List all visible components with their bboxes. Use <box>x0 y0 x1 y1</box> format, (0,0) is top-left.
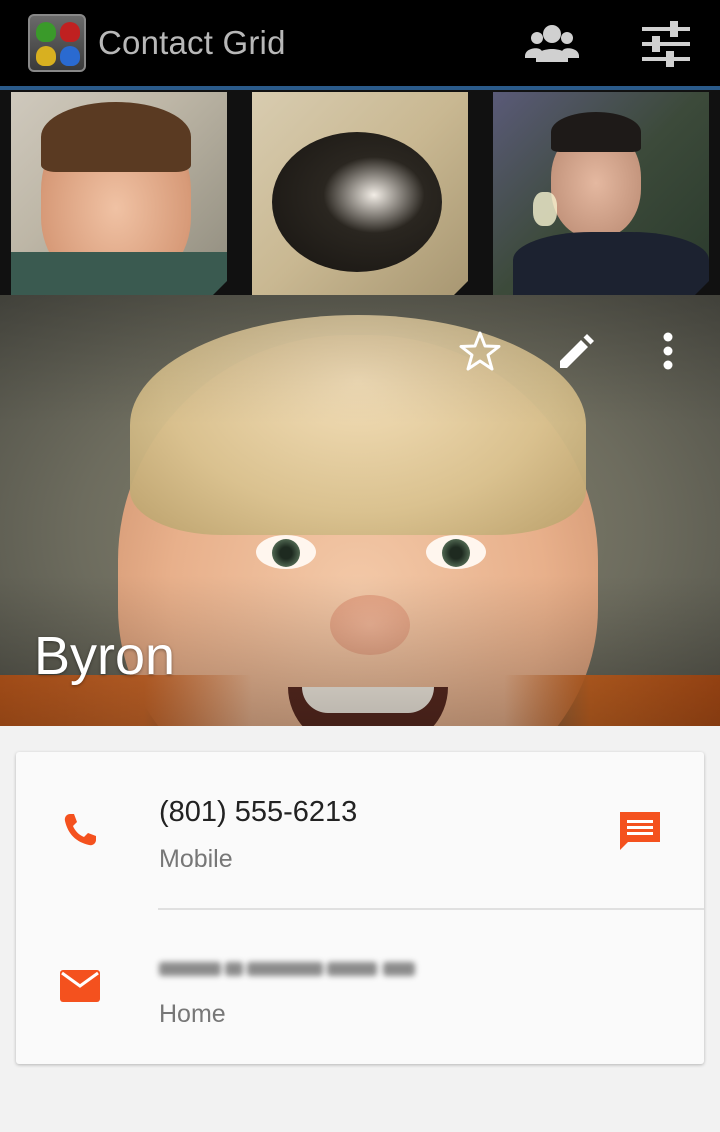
edit-pencil-icon <box>560 334 594 368</box>
overflow-menu-button[interactable] <box>640 323 696 379</box>
edit-button[interactable] <box>548 323 604 379</box>
email-icon <box>60 970 100 1002</box>
contacts-group-button[interactable] <box>522 14 582 74</box>
contact-tile[interactable] <box>252 92 468 295</box>
contact-grid <box>0 90 720 295</box>
overflow-menu-icon <box>663 332 673 370</box>
contact-details-card: (801) 555-6213 Mobile Home <box>16 752 704 1064</box>
phone-label: Mobile <box>159 845 233 873</box>
app-title: Contact Grid <box>98 24 286 61</box>
favorite-button[interactable] <box>452 323 508 379</box>
phone-number: (801) 555-6213 <box>159 796 358 828</box>
email-address-redacted <box>159 952 421 984</box>
message-icon <box>620 812 660 850</box>
settings-button[interactable] <box>636 14 696 74</box>
app-icon <box>28 14 86 72</box>
contacts-group-icon <box>525 25 579 62</box>
row-divider <box>158 908 704 910</box>
action-bar: Contact Grid <box>0 0 720 90</box>
contact-name: Byron <box>34 626 176 686</box>
contact-tile[interactable] <box>11 92 227 295</box>
phone-icon <box>64 814 96 846</box>
star-outline-icon <box>459 331 501 371</box>
contact-hero: Byron <box>0 295 720 726</box>
settings-sliders-icon <box>642 21 690 67</box>
contact-tile[interactable] <box>493 92 709 295</box>
send-message-button[interactable] <box>614 806 666 858</box>
contact-photo <box>272 132 442 272</box>
email-label: Home <box>159 1000 226 1028</box>
